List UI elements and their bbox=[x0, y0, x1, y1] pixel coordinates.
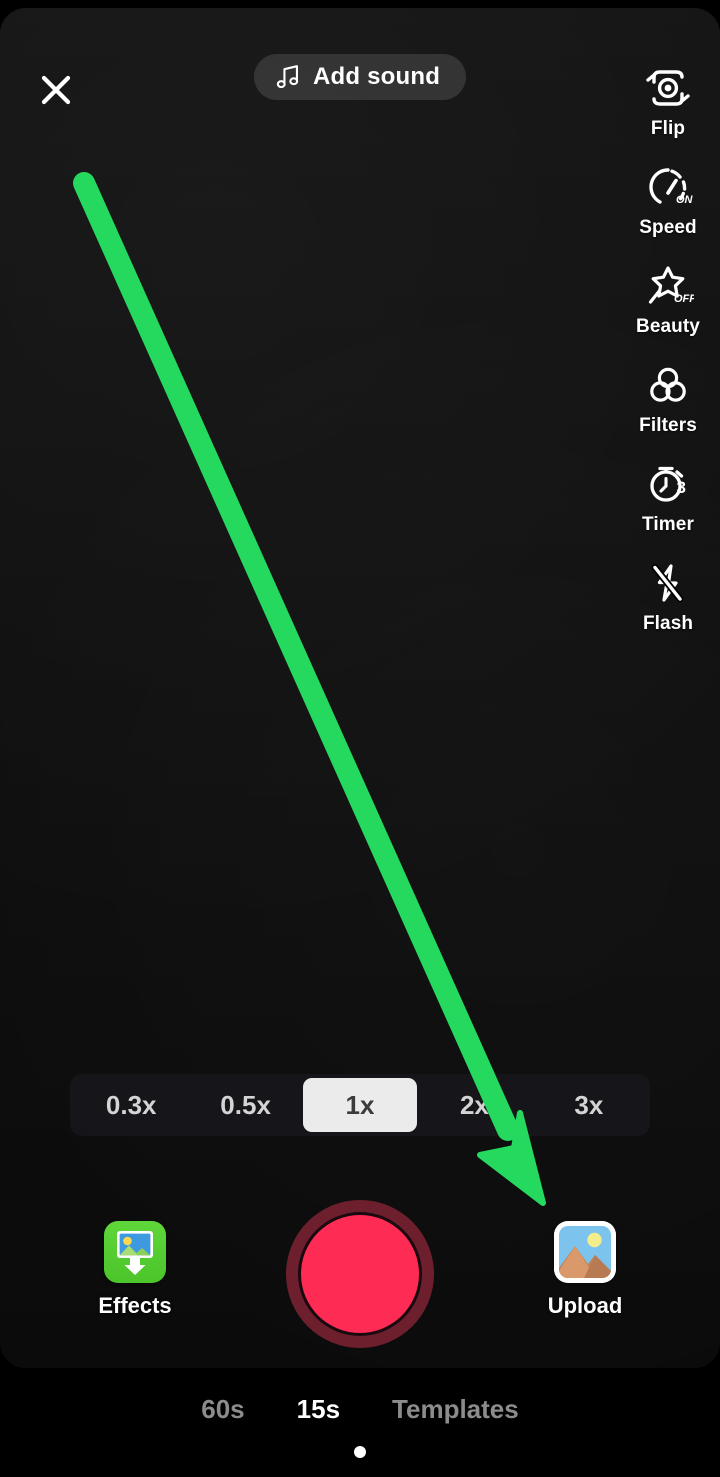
sidebar-item-filters[interactable]: Filters bbox=[616, 357, 720, 456]
sidebar-label-filters: Filters bbox=[639, 415, 697, 436]
sidebar-item-flash[interactable]: Flash bbox=[616, 555, 720, 654]
timer-badge: 3 bbox=[677, 478, 686, 497]
upload-button[interactable]: Upload bbox=[525, 1221, 645, 1319]
effects-image-download-icon bbox=[104, 1221, 166, 1283]
speed-option-0-3x[interactable]: 0.3x bbox=[74, 1078, 188, 1132]
add-sound-button[interactable]: Add sound bbox=[253, 54, 467, 100]
sidebar-item-timer[interactable]: 3 Timer bbox=[616, 456, 720, 555]
camera-viewport[interactable]: Add sound Flip ON Speed OFF Beauty Filte… bbox=[0, 8, 720, 1368]
speed-option-2x[interactable]: 2x bbox=[417, 1078, 531, 1132]
add-sound-label: Add sound bbox=[312, 63, 441, 90]
capture-controls: Effects Upload bbox=[0, 1200, 720, 1353]
tiktok-camera-screen: Add sound Flip ON Speed OFF Beauty Filte… bbox=[0, 0, 720, 1477]
sidebar-label-flash: Flash bbox=[642, 613, 694, 634]
sidebar-label-flip: Flip bbox=[650, 118, 686, 139]
three-circles-icon bbox=[640, 357, 696, 413]
sidebar-item-beauty[interactable]: OFF Beauty bbox=[616, 258, 720, 357]
sidebar-label-beauty: Beauty bbox=[636, 316, 700, 337]
photo-picture-icon bbox=[554, 1221, 616, 1283]
camera-preview-feed bbox=[0, 8, 720, 1368]
upload-label: Upload bbox=[547, 1293, 623, 1318]
record-button-inner bbox=[301, 1215, 419, 1333]
tab-60s[interactable]: 60s bbox=[201, 1394, 244, 1425]
close-button[interactable] bbox=[30, 64, 82, 116]
close-x-icon bbox=[41, 75, 71, 105]
mode-tabbar: 60s 15s Templates bbox=[0, 1386, 720, 1432]
sidebar-label-timer: Timer bbox=[642, 514, 694, 535]
magic-wand-icon: OFF bbox=[640, 258, 696, 314]
speed-option-3x[interactable]: 3x bbox=[532, 1078, 646, 1132]
flash-off-icon bbox=[640, 555, 696, 611]
flip-camera-icon bbox=[640, 60, 696, 116]
sidebar-item-speed[interactable]: ON Speed bbox=[616, 159, 720, 258]
speed-option-1x[interactable]: 1x bbox=[302, 1078, 418, 1132]
speed-badge: ON bbox=[676, 194, 694, 206]
speed-selector[interactable]: 0.3x 0.5x 1x 2x 3x bbox=[70, 1074, 650, 1136]
speed-option-0-5x[interactable]: 0.5x bbox=[188, 1078, 302, 1132]
tab-templates[interactable]: Templates bbox=[392, 1394, 519, 1425]
tab-15s[interactable]: 15s bbox=[297, 1394, 340, 1425]
effects-button[interactable]: Effects bbox=[75, 1221, 195, 1319]
beauty-badge: OFF bbox=[674, 293, 694, 305]
sidebar-label-speed: Speed bbox=[639, 217, 697, 238]
home-indicator-dot bbox=[354, 1446, 366, 1458]
camera-tools-sidebar: Flip ON Speed OFF Beauty Filters 3 Timer… bbox=[616, 60, 720, 654]
music-note-icon bbox=[276, 65, 299, 89]
stopwatch-icon: 3 bbox=[640, 456, 696, 512]
effects-label: Effects bbox=[98, 1293, 172, 1318]
speedometer-icon: ON bbox=[640, 159, 696, 215]
sidebar-item-flip[interactable]: Flip bbox=[616, 60, 720, 159]
record-button[interactable] bbox=[286, 1200, 434, 1348]
